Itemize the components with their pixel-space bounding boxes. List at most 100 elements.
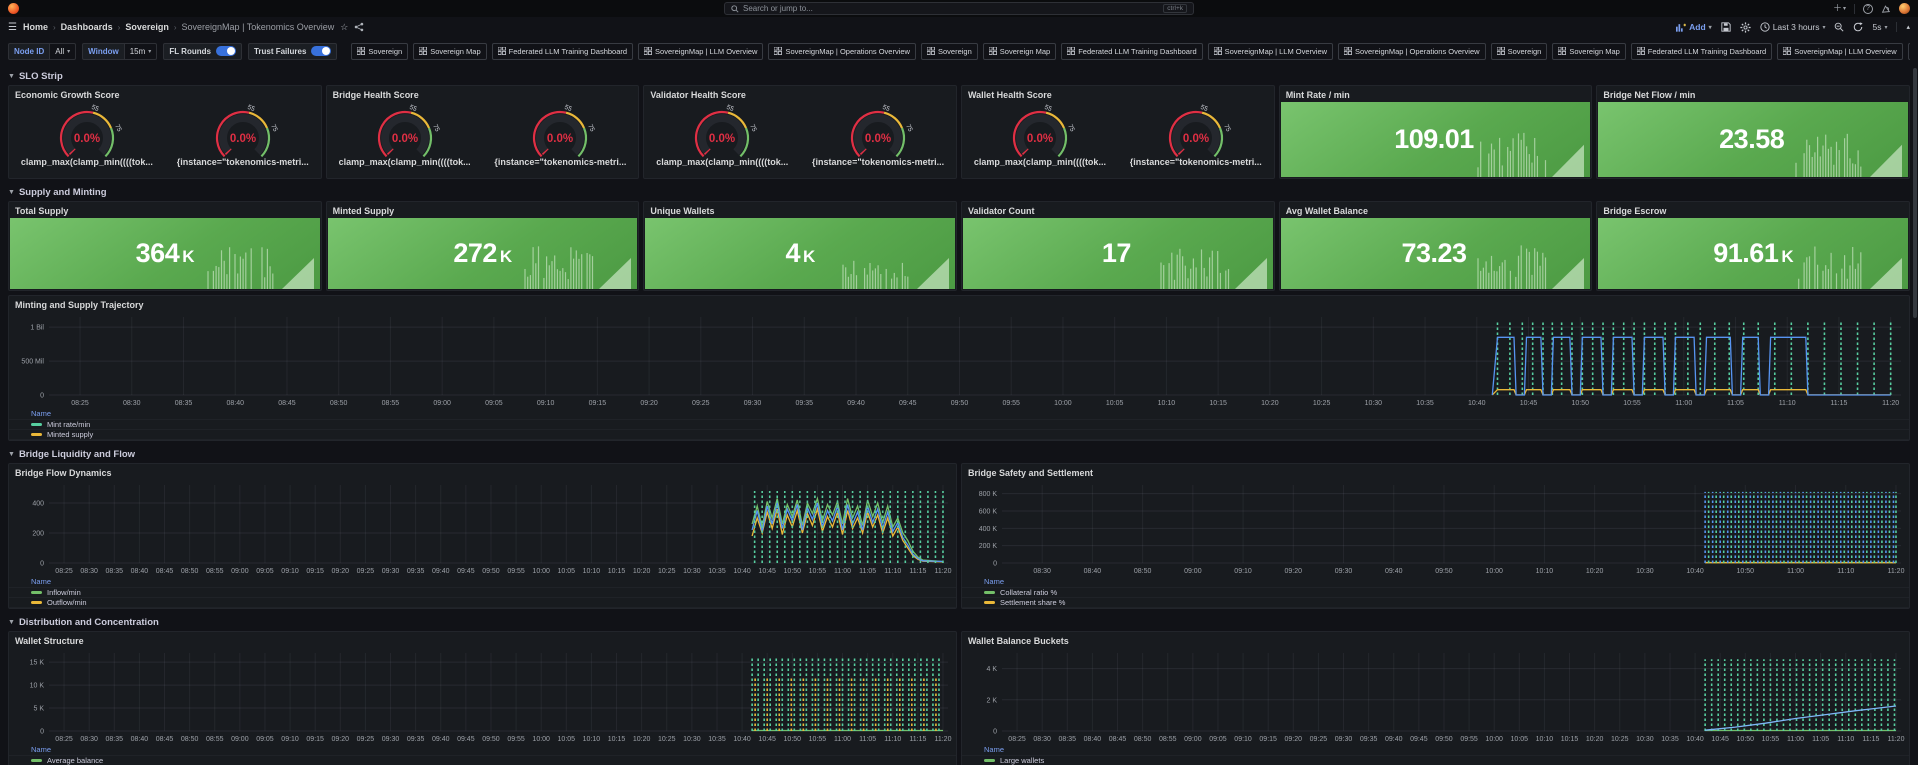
panel-title[interactable]: Bridge Health Score [327, 86, 639, 102]
legend-series[interactable]: Mint rate/min [9, 418, 1909, 429]
user-avatar[interactable] [1899, 3, 1910, 14]
window-dropdown[interactable]: 15m ▾ [123, 42, 158, 60]
panel-title[interactable]: Avg Wallet Balance [1280, 202, 1592, 218]
svg-text:11:20: 11:20 [934, 568, 951, 575]
dashboard-link[interactable]: SovereignMap | Operations Overview [768, 42, 916, 60]
fl-rounds-toggle[interactable] [215, 46, 236, 56]
chart-minting-supply[interactable]: 08:25 08:30 08:35 08:40 08:45 08:50 08:55 09:00… [9, 312, 1909, 408]
legend-header[interactable]: Name [962, 745, 1909, 755]
legend-series[interactable]: Outflow/min [9, 596, 956, 607]
legend-series[interactable]: Inflow/min [9, 586, 956, 597]
dashboard-link[interactable]: Sovereign Map [982, 42, 1057, 60]
menu-icon[interactable]: ☰ [8, 22, 17, 33]
new-menu-button[interactable]: ＋ ▾ [1833, 4, 1846, 13]
panel-title[interactable]: Economic Growth Score [9, 86, 321, 102]
panel-title[interactable]: Total Supply [9, 202, 321, 218]
node-id-dropdown[interactable]: All ▾ [49, 42, 77, 60]
svg-text:10:40: 10:40 [1686, 736, 1704, 743]
svg-text:08:50: 08:50 [1134, 568, 1152, 575]
help-icon[interactable]: ? [1863, 3, 1873, 14]
svg-text:11:10: 11:10 [1779, 400, 1796, 407]
section-supply-minting[interactable]: ▼ Supply and Minting [8, 183, 1910, 201]
panel-title[interactable]: Bridge Net Flow / min [1597, 86, 1909, 102]
chart-bridge-safety[interactable]: 08:30 08:40 08:50 09:00 09:10 09:20 09:30 09:40… [962, 480, 1909, 576]
panel-title[interactable]: Bridge Flow Dynamics [9, 464, 956, 480]
legend-series[interactable]: Collateral ratio % [962, 586, 1909, 597]
panel-wallet-structure: Wallet Structure 08:25 08:30 08:35 08:40 08:… [8, 631, 957, 765]
chart-wallet-buckets[interactable]: 08:25 08:30 08:35 08:40 08:45 08:50 08:55 09:00… [962, 648, 1909, 744]
refresh-icon[interactable] [1853, 22, 1864, 32]
legend-header[interactable]: Name [9, 577, 956, 587]
svg-text:10:10: 10:10 [1158, 400, 1176, 407]
star-icon[interactable]: ☆ [340, 22, 348, 33]
dashboard-link[interactable]: Federated LLM Training Dashboard [1630, 42, 1773, 60]
panel-title[interactable]: Bridge Safety and Settlement [962, 464, 1909, 480]
dashboard-link[interactable]: Federated LLM Training Dashboard [491, 42, 634, 60]
zoom-out-icon[interactable] [1834, 22, 1845, 32]
legend-series[interactable]: Settlement share % [962, 596, 1909, 607]
panel-title[interactable]: Unique Wallets [644, 202, 956, 218]
panel-title[interactable]: Validator Health Score [644, 86, 956, 102]
dashboard-link[interactable]: SovereignMap | LLM Overview [1777, 42, 1903, 60]
dashboard-link[interactable]: SovereignMap | Operations Overview [1907, 42, 1910, 60]
legend-series[interactable]: Total supply [9, 438, 1909, 440]
panel-title[interactable]: Minted Supply [327, 202, 639, 218]
scrollbar-thumb[interactable] [1913, 68, 1917, 318]
legend-series[interactable]: Minted supply [9, 428, 1909, 439]
scrollbar [1913, 64, 1917, 763]
add-panel-button[interactable]: Add ▾ [1676, 22, 1712, 32]
trust-failures-toggle[interactable] [311, 46, 332, 56]
stat-value-area: 272 K [327, 218, 638, 289]
panel-title[interactable]: Wallet Balance Buckets [962, 632, 1909, 648]
section-distribution[interactable]: ▼ Distribution and Concentration [8, 613, 1910, 631]
gear-icon[interactable] [1740, 21, 1751, 33]
svg-text:09:05: 09:05 [256, 736, 274, 743]
grafana-logo[interactable] [8, 3, 19, 14]
svg-text:10:20: 10:20 [633, 736, 651, 743]
save-icon[interactable] [1721, 22, 1731, 32]
refresh-interval-dropdown[interactable]: 5s ▾ [1872, 22, 1887, 32]
dashboard-link[interactable]: Sovereign [1490, 42, 1548, 60]
svg-text:08:30: 08:30 [80, 568, 98, 575]
breadcrumb-home[interactable]: Home [23, 22, 48, 32]
dashboard-link[interactable]: Sovereign [920, 42, 978, 60]
news-icon[interactable] [1881, 4, 1891, 14]
section-bridge-liquidity[interactable]: ▼ Bridge Liquidity and Flow [8, 445, 1910, 463]
panel-title[interactable]: Bridge Escrow [1597, 202, 1909, 218]
panel-title[interactable]: Wallet Structure [9, 632, 956, 648]
legend-header[interactable]: Name [962, 577, 1909, 587]
svg-text:10:10: 10:10 [583, 736, 601, 743]
dashboard-link[interactable]: Sovereign Map [1552, 42, 1626, 60]
legend-series[interactable]: Average balance [9, 754, 956, 765]
collapse-toolbar-button[interactable]: ▴ [1906, 23, 1910, 31]
dashboard-link[interactable]: Federated LLM Training Dashboard [1061, 42, 1203, 60]
svg-text:09:50: 09:50 [482, 568, 500, 575]
time-range-picker[interactable]: Last 3 hours ▾ [1760, 22, 1825, 32]
gauge-value: 0.0% [230, 133, 256, 145]
chart-bridge-flow[interactable]: 08:25 08:30 08:35 08:40 08:45 08:50 08:55 09:00… [9, 480, 956, 576]
breadcrumb-folder[interactable]: Sovereign [125, 22, 169, 32]
gauge-query-label: {instance="tokenomics-metri... [812, 156, 945, 167]
panel-title[interactable]: Mint Rate / min [1280, 86, 1592, 102]
svg-text:09:10: 09:10 [537, 400, 555, 407]
panel-title[interactable]: Validator Count [962, 202, 1274, 218]
legend-header[interactable]: Name [9, 409, 1909, 419]
breadcrumb-dashboards[interactable]: Dashboards [61, 22, 113, 32]
svg-text:10:00: 10:00 [1485, 568, 1503, 575]
dashboard-link[interactable]: Sovereign Map [413, 42, 487, 60]
dashboard-link[interactable]: SovereignMap | LLM Overview [1207, 42, 1334, 60]
dashboard-link[interactable]: SovereignMap | LLM Overview [638, 42, 764, 60]
dashboard-link[interactable]: SovereignMap | Operations Overview [1338, 42, 1486, 60]
dashboard-link[interactable]: Sovereign [351, 42, 409, 60]
legend-series[interactable]: Volume 24h [962, 606, 1909, 608]
section-slo-strip[interactable]: ▼ SLO Strip [8, 67, 1910, 85]
panel-title[interactable]: Minting and Supply Trajectory [9, 296, 1909, 312]
share-icon[interactable] [354, 22, 364, 32]
legend-series[interactable]: Large wallets [962, 754, 1909, 765]
legend-series[interactable]: Net flow/min [9, 606, 956, 608]
chart-wallet-structure[interactable]: 08:25 08:30 08:35 08:40 08:45 08:50 08:55 09:00… [9, 648, 956, 744]
search-input[interactable]: Search or jump to... ctrl+k [724, 2, 1194, 15]
legend-header[interactable]: Name [9, 745, 956, 755]
panel-title[interactable]: Wallet Health Score [962, 86, 1274, 102]
apps-grid-icon [926, 47, 935, 55]
